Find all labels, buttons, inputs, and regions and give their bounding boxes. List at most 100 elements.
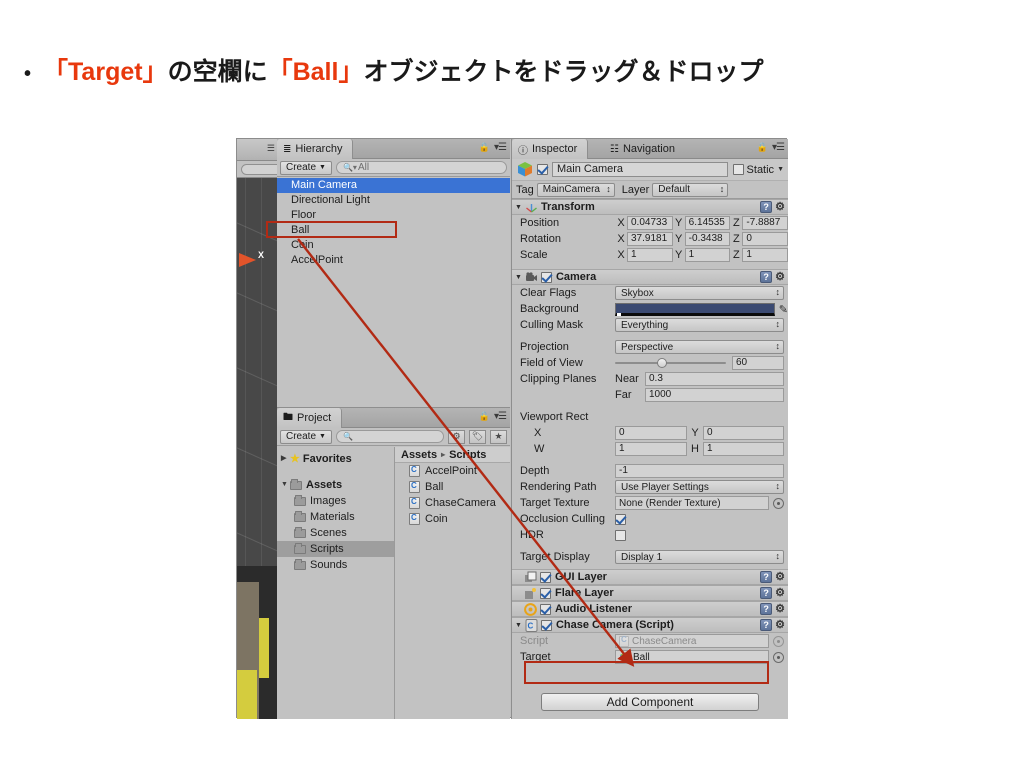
hierarchy-item-accelpoint[interactable]: AccelPoint bbox=[277, 253, 510, 268]
hierarchy-item-directional-light[interactable]: Directional Light bbox=[277, 193, 510, 208]
lock-icon[interactable]: 🔒 bbox=[479, 142, 490, 153]
help-icon[interactable]: ? bbox=[760, 201, 772, 213]
hierarchy-create-button[interactable]: Create ▼ bbox=[280, 161, 332, 175]
help-icon[interactable]: ? bbox=[760, 603, 772, 615]
help-icon[interactable]: ? bbox=[760, 571, 772, 583]
gear-icon[interactable]: ⚙ bbox=[775, 588, 785, 599]
culling-mask-dropdown[interactable]: Everything bbox=[615, 318, 784, 332]
project-tree-scenes[interactable]: Scenes bbox=[277, 525, 394, 541]
gear-icon[interactable]: ⚙ bbox=[775, 572, 785, 583]
object-picker-icon[interactable] bbox=[773, 652, 784, 663]
project-tree-materials[interactable]: Materials bbox=[277, 509, 394, 525]
project-asset-list[interactable]: Assets ▸ Scripts AccelPoint Ball bbox=[395, 447, 510, 719]
add-component-button[interactable]: Add Component bbox=[541, 693, 759, 711]
chevron-down-icon[interactable]: ▼ bbox=[777, 166, 784, 173]
panel-menu-icon[interactable]: ☰ bbox=[267, 143, 275, 154]
gear-icon[interactable]: ⚙ bbox=[775, 272, 785, 283]
rotation-y-input[interactable]: -0.3438 bbox=[685, 232, 731, 246]
chevron-down-icon[interactable]: ▼ bbox=[515, 622, 522, 629]
transform-component-header[interactable]: ▼ Transform ? ⚙ bbox=[512, 199, 788, 215]
project-folder-tree[interactable]: ▶ ★ Favorites ▼ Assets Images bbox=[277, 447, 395, 719]
viewport-x-input[interactable]: 0 bbox=[615, 426, 687, 440]
asset-item-accelpoint[interactable]: AccelPoint bbox=[395, 463, 510, 479]
project-search-input[interactable]: 🔍 bbox=[336, 430, 444, 443]
hierarchy-item-coin[interactable]: Coin bbox=[277, 238, 510, 253]
static-checkbox[interactable] bbox=[733, 164, 744, 175]
project-tree-sounds[interactable]: Sounds bbox=[277, 557, 394, 573]
viewport-w-input[interactable]: 1 bbox=[615, 442, 687, 456]
tab-hierarchy[interactable]: ≣ Hierarchy bbox=[277, 139, 353, 159]
target-object-field[interactable]: Ball bbox=[615, 650, 769, 664]
scene-search-pill[interactable] bbox=[241, 164, 277, 175]
object-picker-icon[interactable] bbox=[773, 498, 784, 509]
asset-item-coin[interactable]: Coin bbox=[395, 511, 510, 527]
hierarchy-item-ball[interactable]: Ball bbox=[277, 223, 510, 238]
project-tree-assets[interactable]: ▼ Assets bbox=[277, 477, 394, 493]
tag-dropdown[interactable]: MainCamera bbox=[537, 183, 615, 197]
filter-by-label-icon[interactable]: 🏷 bbox=[469, 430, 486, 444]
camera-component-header[interactable]: ▼ Camera ? ⚙ bbox=[512, 269, 788, 285]
rotation-z-input[interactable]: 0 bbox=[742, 232, 788, 246]
gui-layer-enabled-checkbox[interactable] bbox=[540, 572, 551, 583]
clear-flags-dropdown[interactable]: Skybox bbox=[615, 286, 784, 300]
chevron-down-icon[interactable]: ▼ bbox=[281, 477, 290, 493]
chevron-right-icon[interactable]: ▶ bbox=[281, 451, 290, 467]
lock-icon[interactable]: 🔒 bbox=[479, 411, 490, 422]
project-tree-favorites[interactable]: ▶ ★ Favorites bbox=[277, 451, 394, 467]
layer-dropdown[interactable]: Default bbox=[652, 183, 728, 197]
chevron-down-icon[interactable]: ▼ bbox=[515, 274, 522, 281]
gui-layer-component-header[interactable]: GUI Layer ? ⚙ bbox=[512, 569, 788, 585]
viewport-h-input[interactable]: 1 bbox=[703, 442, 784, 456]
hierarchy-list[interactable]: Main Camera Directional Light Floor Ball… bbox=[277, 178, 510, 407]
field-of-view-slider[interactable] bbox=[615, 362, 726, 364]
hierarchy-item-floor[interactable]: Floor bbox=[277, 208, 510, 223]
position-y-input[interactable]: 6.14535 bbox=[685, 216, 731, 230]
projection-dropdown[interactable]: Perspective bbox=[615, 340, 784, 354]
panel-menu-icon[interactable]: ▾☰ bbox=[772, 142, 784, 153]
target-display-dropdown[interactable]: Display 1 bbox=[615, 550, 784, 564]
panel-menu-icon[interactable]: ▾☰ bbox=[494, 142, 506, 153]
camera-enabled-checkbox[interactable] bbox=[541, 272, 552, 283]
flare-layer-enabled-checkbox[interactable] bbox=[540, 588, 551, 599]
gameobject-enabled-checkbox[interactable] bbox=[537, 164, 548, 175]
favorite-star-icon[interactable]: ★ bbox=[490, 430, 507, 444]
breadcrumb-root[interactable]: Assets bbox=[401, 447, 437, 463]
scene-view-panel[interactable]: ☰ X bbox=[237, 139, 277, 719]
asset-item-chasecamera[interactable]: ChaseCamera bbox=[395, 495, 510, 511]
tab-inspector[interactable]: ⓘ Inspector bbox=[512, 139, 588, 159]
project-create-button[interactable]: Create ▼ bbox=[280, 430, 332, 444]
audio-listener-component-header[interactable]: Audio Listener ? ⚙ bbox=[512, 601, 788, 617]
hierarchy-search-input[interactable]: 🔍▾ All bbox=[336, 161, 507, 174]
scale-z-input[interactable]: 1 bbox=[742, 248, 788, 262]
rotation-x-input[interactable]: 37.9181 bbox=[627, 232, 673, 246]
asset-item-ball[interactable]: Ball bbox=[395, 479, 510, 495]
target-texture-input[interactable]: None (Render Texture) bbox=[615, 496, 769, 510]
depth-input[interactable]: -1 bbox=[615, 464, 784, 478]
position-x-input[interactable]: 0.04733 bbox=[627, 216, 673, 230]
slider-handle[interactable] bbox=[657, 358, 667, 368]
tab-navigation[interactable]: ☷ Navigation bbox=[604, 139, 685, 159]
rendering-path-dropdown[interactable]: Use Player Settings bbox=[615, 480, 784, 494]
audio-listener-enabled-checkbox[interactable] bbox=[540, 604, 551, 615]
gear-icon[interactable]: ⚙ bbox=[775, 604, 785, 615]
scale-y-input[interactable]: 1 bbox=[685, 248, 731, 262]
chevron-down-icon[interactable]: ▼ bbox=[515, 204, 522, 211]
hdr-checkbox[interactable] bbox=[615, 530, 626, 541]
help-icon[interactable]: ? bbox=[760, 271, 772, 283]
hierarchy-item-main-camera[interactable]: Main Camera bbox=[277, 178, 510, 193]
project-tree-scripts[interactable]: Scripts bbox=[277, 541, 394, 557]
help-icon[interactable]: ? bbox=[760, 619, 772, 631]
filter-by-type-icon[interactable]: ⚙ bbox=[448, 430, 465, 444]
project-tree-images[interactable]: Images bbox=[277, 493, 394, 509]
panel-menu-icon[interactable]: ▾☰ bbox=[494, 411, 506, 422]
flare-layer-component-header[interactable]: Flare Layer ? ⚙ bbox=[512, 585, 788, 601]
gear-icon[interactable]: ⚙ bbox=[775, 202, 785, 213]
gear-icon[interactable]: ⚙ bbox=[775, 620, 785, 631]
far-clip-input[interactable]: 1000 bbox=[645, 388, 784, 402]
lock-icon[interactable]: 🔒 bbox=[757, 142, 768, 153]
scene-view-canvas[interactable]: X bbox=[237, 178, 277, 719]
tab-project[interactable]: 🖿 Project bbox=[277, 408, 342, 428]
viewport-y-input[interactable]: 0 bbox=[703, 426, 784, 440]
background-color-swatch[interactable] bbox=[615, 303, 775, 316]
gameobject-name-input[interactable]: Main Camera bbox=[552, 162, 728, 177]
